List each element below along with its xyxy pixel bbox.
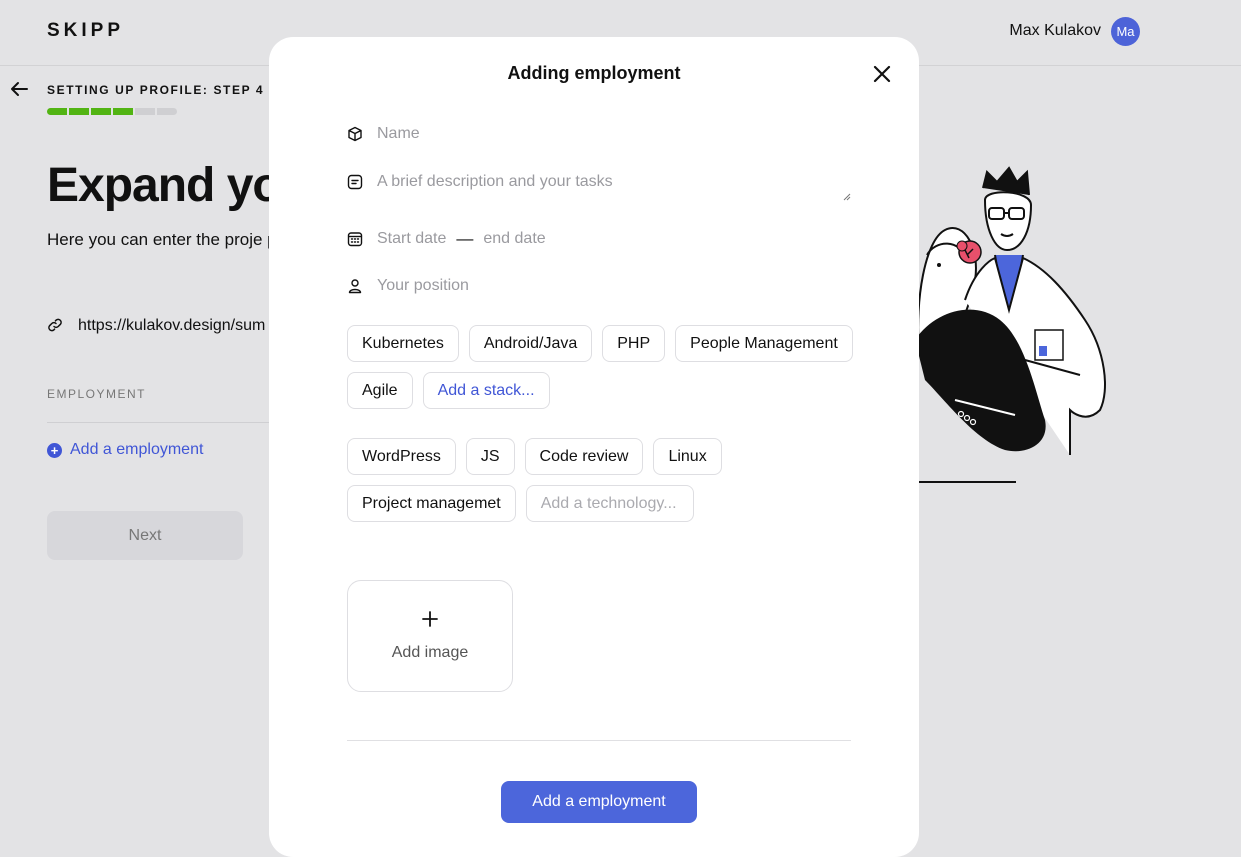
add-image-button[interactable]: Add image <box>347 580 513 692</box>
stack-tag[interactable]: People Management <box>675 325 853 362</box>
name-field[interactable]: Name <box>347 125 420 143</box>
stack-tags-row-1: Kubernetes Android/Java PHP People Manag… <box>347 325 853 362</box>
cube-icon <box>348 126 362 142</box>
progress-segment <box>91 108 111 115</box>
progress-bar <box>47 108 177 115</box>
start-date-input[interactable]: Start date <box>377 230 446 248</box>
step-label: SETTING UP PROFILE: STEP 4 OF <box>47 83 289 97</box>
link-icon <box>48 318 62 332</box>
next-button[interactable]: Next <box>47 511 243 560</box>
add-employment-link[interactable]: + Add a employment <box>47 441 203 459</box>
date-separator: — <box>456 229 474 248</box>
stack-tag[interactable]: Kubernetes <box>347 325 459 362</box>
end-date-input[interactable]: end date <box>483 230 545 248</box>
description-field[interactable]: A brief description and your tasks <box>347 173 851 201</box>
progress-segment <box>113 108 133 115</box>
plus-icon <box>422 611 438 627</box>
position-field[interactable]: Your position <box>347 277 469 295</box>
progress-segment <box>47 108 67 115</box>
stack-tag[interactable]: PHP <box>602 325 666 362</box>
section-label-employment: EMPLOYMENT <box>47 387 147 401</box>
add-employment-link-label: Add a employment <box>70 441 204 458</box>
technology-tag[interactable]: WordPress <box>347 438 456 475</box>
add-image-label: Add image <box>391 644 469 661</box>
modal-divider <box>347 740 851 741</box>
progress-segment <box>135 108 155 115</box>
description-placeholder[interactable]: A brief description and your tasks <box>377 173 613 191</box>
add-employment-submit-button[interactable]: Add a employment <box>501 781 697 823</box>
technology-tag[interactable]: JS <box>465 438 515 475</box>
portfolio-link[interactable]: https://kulakov.design/sum <box>78 317 265 335</box>
modal-title: Adding employment <box>507 63 681 83</box>
resize-grip-icon[interactable] <box>843 193 851 201</box>
logo[interactable]: SKIPP <box>47 20 124 42</box>
stack-tag[interactable]: Android/Java <box>468 325 593 362</box>
plus-circle-icon: + <box>47 442 62 458</box>
note-icon <box>347 174 363 190</box>
progress-segment <box>69 108 89 115</box>
technology-tag[interactable]: Project managemet <box>347 485 516 522</box>
progress-segment <box>157 108 177 115</box>
technology-tag[interactable]: Linux <box>653 438 722 475</box>
add-stack-button[interactable]: Add a stack... <box>422 372 550 409</box>
stack-tag[interactable]: Agile <box>347 372 413 409</box>
people-illustration <box>915 166 1106 483</box>
technology-tags-row-1: WordPress JS Code review Linux <box>347 438 722 475</box>
arrow-left-icon[interactable] <box>10 80 28 98</box>
avatar[interactable]: Ma <box>1111 17 1140 46</box>
name-placeholder[interactable]: Name <box>377 125 420 143</box>
technology-tag[interactable]: Code review <box>524 438 644 475</box>
date-range-field: Start date — end date <box>347 229 546 249</box>
close-icon[interactable] <box>871 63 893 85</box>
user-icon <box>348 279 362 294</box>
calendar-icon <box>347 232 363 247</box>
user-name[interactable]: Max Kulakov <box>1009 22 1101 40</box>
add-technology-input[interactable]: Add a technology... <box>525 485 694 522</box>
stack-tags-row-2: Agile Add a stack... <box>347 372 550 409</box>
technology-tags-row-2: Project managemet Add a technology... <box>347 485 694 522</box>
add-employment-modal: Adding employment Name A brief descripti… <box>269 37 919 857</box>
position-placeholder[interactable]: Your position <box>377 277 469 295</box>
